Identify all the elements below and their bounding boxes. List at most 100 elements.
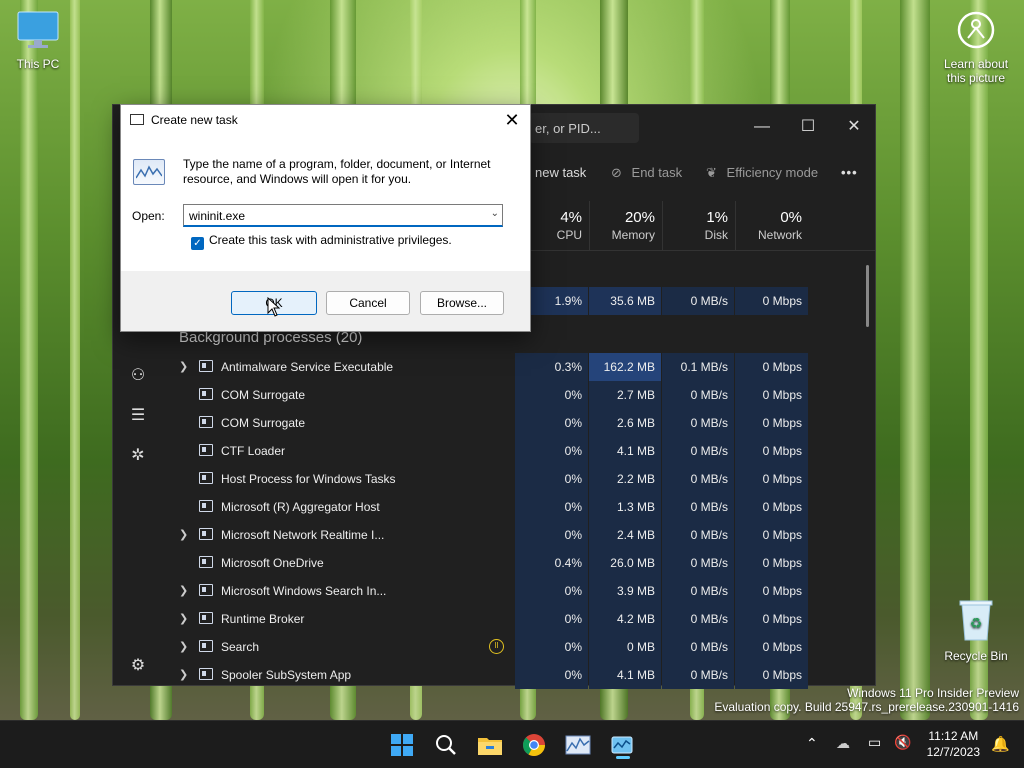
table-row[interactable]: Microsoft OneDrive 0.4% 26.0 MB 0 MB/s 0 Mbp… bbox=[163, 549, 875, 577]
desktop-icon-learn-about[interactable]: Learn about this picture bbox=[936, 10, 1016, 85]
tm-search-input[interactable]: er, or PID... bbox=[529, 113, 639, 143]
col-disk[interactable]: 1% Disk bbox=[662, 201, 734, 251]
resource-monitor-button[interactable] bbox=[562, 729, 594, 761]
efficiency-mode-button[interactable]: ❦ Efficiency mode bbox=[706, 165, 818, 181]
file-explorer-button[interactable] bbox=[474, 729, 506, 761]
desktop-icon-label: Learn about this picture bbox=[943, 57, 1009, 85]
browse-button[interactable]: Browse... bbox=[420, 291, 504, 315]
cpu-cell: 0% bbox=[515, 493, 588, 521]
cpu-cell: 0% bbox=[515, 465, 588, 493]
process-icon bbox=[199, 528, 213, 540]
open-input[interactable]: wininit.exe ⌄ bbox=[183, 204, 503, 227]
cpu-cell: 0.4% bbox=[515, 549, 588, 577]
chevron-right-icon[interactable]: ❯ bbox=[179, 360, 188, 373]
memory-cell: 2.7 MB bbox=[589, 381, 661, 409]
admin-checkbox-row[interactable]: ✓ Create this task with administrative pr… bbox=[191, 233, 452, 250]
sidebar-details-icon[interactable]: ☰ bbox=[127, 405, 149, 427]
process-icon bbox=[199, 388, 213, 400]
maximize-icon[interactable]: ☐ bbox=[785, 113, 831, 141]
memory-cell: 162.2 MB bbox=[589, 353, 661, 381]
chrome-button[interactable] bbox=[518, 729, 550, 761]
table-row[interactable]: COM Surrogate 0% 2.6 MB 0 MB/s 0 Mbps bbox=[163, 409, 875, 437]
taskbar: ⌃ ☁ ▭ 🔇 11:12 AM 12/7/2023 🔔 bbox=[0, 720, 1024, 768]
table-row[interactable]: ❯ Runtime Broker 0% 4.2 MB 0 MB/s 0 Mbps bbox=[163, 605, 875, 633]
sidebar-services-icon[interactable]: ✲ bbox=[127, 445, 149, 467]
disk-cell: 0 MB/s bbox=[662, 661, 734, 689]
process-name: Microsoft OneDrive bbox=[221, 556, 324, 570]
process-name: Host Process for Windows Tasks bbox=[221, 472, 396, 486]
memory-cell: 2.6 MB bbox=[589, 409, 661, 437]
onedrive-offline-icon[interactable]: ☁ bbox=[836, 735, 850, 752]
dialog-description: Type the name of a program, folder, docu… bbox=[183, 157, 491, 186]
sidebar-users-icon[interactable]: ⚇ bbox=[127, 365, 149, 387]
chevron-right-icon[interactable]: ❯ bbox=[179, 528, 188, 541]
col-memory[interactable]: 20% Memory bbox=[589, 201, 661, 251]
table-row[interactable]: Microsoft (R) Aggregator Host 0% 1.3 MB 0 M… bbox=[163, 493, 875, 521]
network-cell: 0 Mbps bbox=[735, 605, 808, 633]
table-row[interactable]: COM Surrogate 0% 2.7 MB 0 MB/s 0 Mbps bbox=[163, 381, 875, 409]
desktop-icon-recycle-bin[interactable]: ♻ Recycle Bin bbox=[936, 598, 1016, 663]
desktop-icon-label: Recycle Bin bbox=[944, 649, 1008, 663]
col-network[interactable]: 0% Network bbox=[735, 201, 808, 251]
minimize-icon[interactable]: — bbox=[739, 113, 785, 141]
network-icon[interactable]: ▭ bbox=[868, 734, 881, 751]
task-manager-button[interactable] bbox=[606, 729, 638, 761]
scrollbar[interactable] bbox=[866, 265, 869, 327]
table-row[interactable]: Host Process for Windows Tasks 0% 2.2 MB 0 … bbox=[163, 465, 875, 493]
cpu-cell: 0% bbox=[515, 409, 588, 437]
memory-cell: 1.3 MB bbox=[589, 493, 661, 521]
table-row[interactable]: ❯ Spooler SubSystem App 0% 4.1 MB 0 MB/s 0 Mb… bbox=[163, 661, 875, 689]
table-row[interactable]: ❯ Microsoft Network Realtime I... 0% 2.4 MB… bbox=[163, 521, 875, 549]
cpu-cell: 0% bbox=[515, 437, 588, 465]
dialog-titlebar: Create new task ✕ bbox=[121, 105, 530, 135]
volume-muted-icon[interactable]: 🔇 bbox=[894, 734, 911, 751]
network-cell: 0 Mbps bbox=[735, 661, 808, 689]
process-icon bbox=[199, 472, 213, 484]
start-button[interactable] bbox=[386, 729, 418, 761]
more-options-button[interactable]: ••• bbox=[841, 165, 858, 180]
desktop-icon-this-pc[interactable]: This PC bbox=[0, 10, 76, 71]
table-row[interactable]: ❯ Search II 0% 0 MB 0 MB/s 0 Mbps bbox=[163, 633, 875, 661]
disk-cell: 0 MB/s bbox=[662, 521, 734, 549]
memory-cell: 2.4 MB bbox=[589, 521, 661, 549]
process-icon bbox=[199, 556, 213, 568]
disk-cell: 0 MB/s bbox=[662, 409, 734, 437]
chevron-down-icon[interactable]: ⌄ bbox=[491, 208, 499, 219]
windows-watermark: Windows 11 Pro Insider Preview Evaluatio… bbox=[714, 686, 1019, 714]
table-row[interactable]: CTF Loader 0% 4.1 MB 0 MB/s 0 Mbps bbox=[163, 437, 875, 465]
cancel-button[interactable]: Cancel bbox=[326, 291, 410, 315]
chevron-right-icon[interactable]: ❯ bbox=[179, 584, 188, 597]
disk-cell: 0 MB/s bbox=[662, 381, 734, 409]
network-cell: 0 Mbps bbox=[735, 633, 808, 661]
end-task-button[interactable]: ⊘ End task bbox=[611, 165, 682, 181]
disk-cell: 0 MB/s bbox=[662, 577, 734, 605]
network-cell: 0 Mbps bbox=[735, 381, 808, 409]
run-new-task-button[interactable]: new task bbox=[535, 165, 586, 180]
disk-cell: 0 MB/s bbox=[662, 493, 734, 521]
memory-cell: 26.0 MB bbox=[589, 549, 661, 577]
recycle-bin-icon: ♻ bbox=[936, 598, 1016, 645]
process-name: COM Surrogate bbox=[221, 388, 306, 402]
sidebar-settings-icon[interactable]: ⚙ bbox=[127, 655, 149, 677]
table-row[interactable]: ❯ Antimalware Service Executable 0.3% 162.2… bbox=[163, 353, 875, 381]
close-icon[interactable]: ✕ bbox=[500, 108, 524, 132]
process-icon bbox=[199, 360, 213, 372]
admin-checkbox-label: Create this task with administrative pri… bbox=[209, 233, 452, 247]
network-cell: 0 Mbps bbox=[735, 493, 808, 521]
process-name: Microsoft (R) Aggregator Host bbox=[221, 500, 380, 514]
notification-bell-icon[interactable]: 🔔 bbox=[991, 735, 1010, 753]
cpu-cell: 0% bbox=[515, 605, 588, 633]
chevron-right-icon[interactable]: ❯ bbox=[179, 612, 188, 625]
search-button[interactable] bbox=[430, 729, 462, 761]
search-icon bbox=[436, 735, 456, 755]
clock[interactable]: 11:12 AM 12/7/2023 bbox=[927, 728, 980, 760]
network-cell: 0 Mbps bbox=[735, 409, 808, 437]
checkbox-checked-icon[interactable]: ✓ bbox=[191, 237, 204, 250]
open-input-value: wininit.exe bbox=[189, 209, 246, 223]
close-icon[interactable]: ✕ bbox=[831, 113, 877, 141]
network-cell: 0 Mbps bbox=[735, 465, 808, 493]
chevron-right-icon[interactable]: ❯ bbox=[179, 668, 188, 681]
chevron-right-icon[interactable]: ❯ bbox=[179, 640, 188, 653]
table-row[interactable]: ❯ Microsoft Windows Search In... 0% 3.9 MB 0… bbox=[163, 577, 875, 605]
chevron-up-icon[interactable]: ⌃ bbox=[806, 735, 818, 752]
